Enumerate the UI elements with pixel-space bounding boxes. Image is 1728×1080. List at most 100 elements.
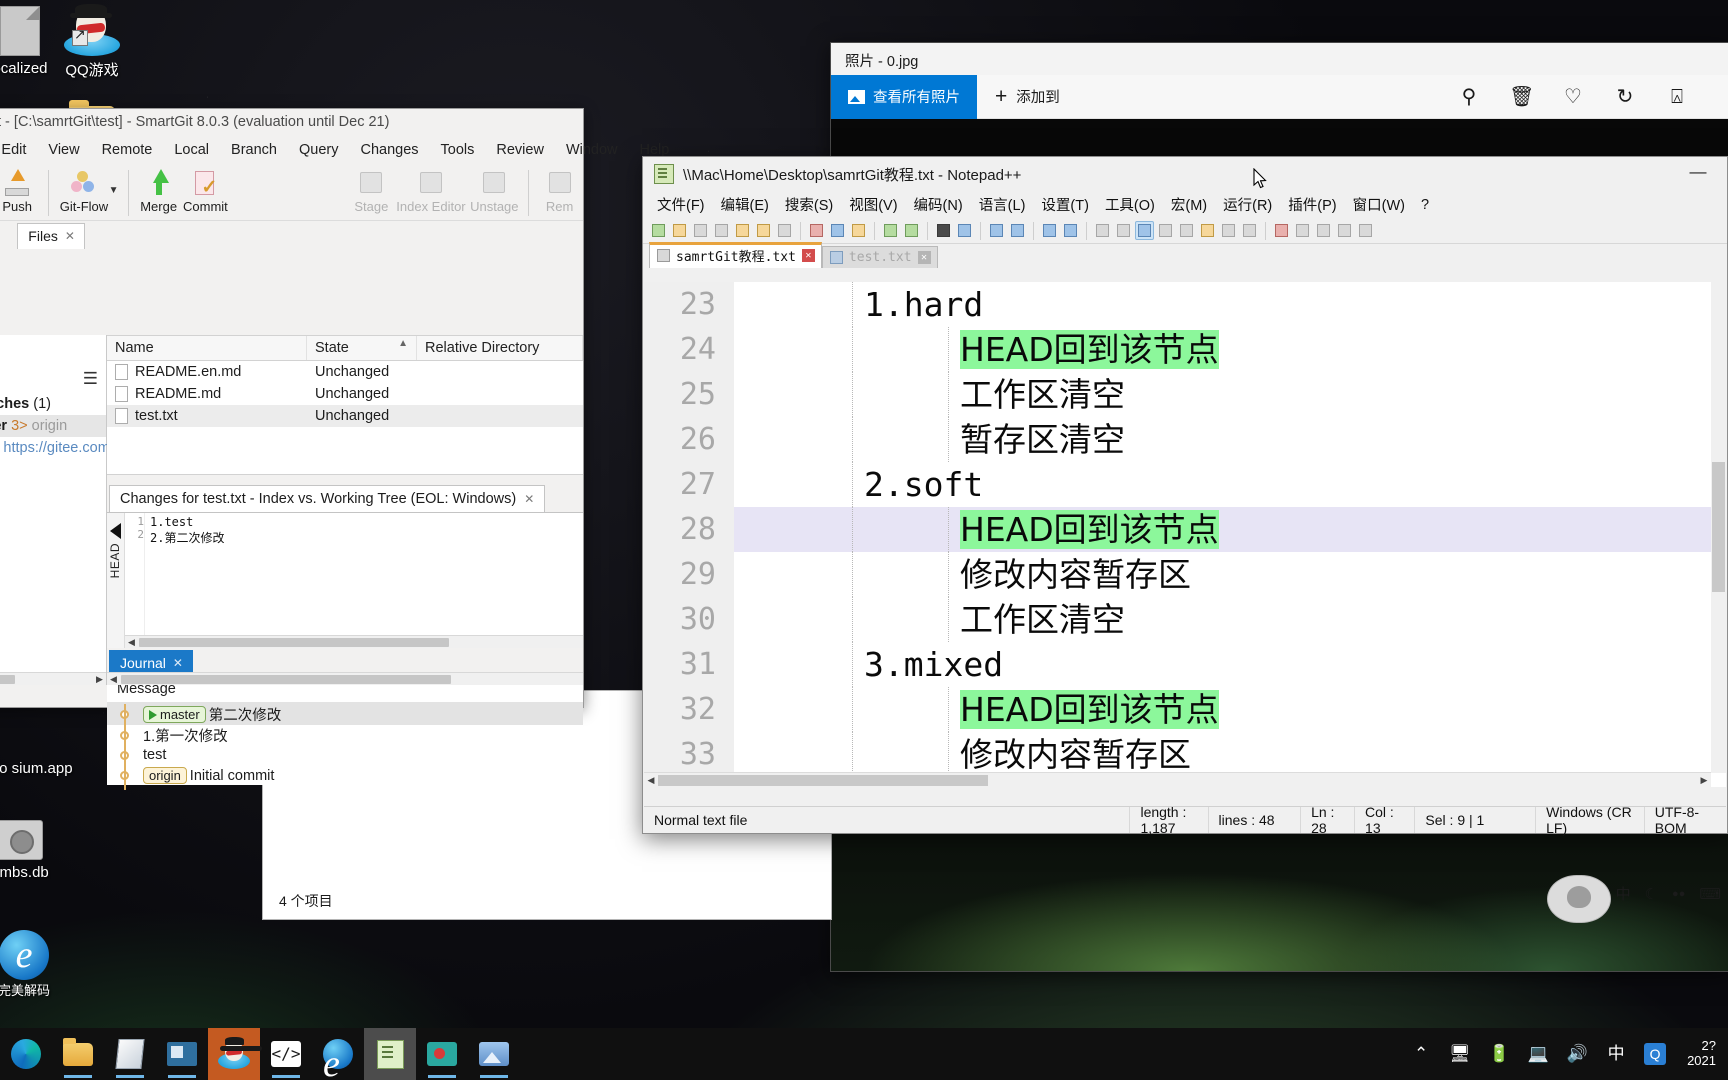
editor-line[interactable]: 24 HEAD回到该节点 <box>644 327 1726 372</box>
fold-margin[interactable] <box>734 597 756 642</box>
save-all-icon[interactable] <box>712 221 731 240</box>
taskbar-ie-button[interactable] <box>312 1028 364 1080</box>
taskbar-photos-button[interactable] <box>468 1028 520 1080</box>
editor-line[interactable]: 33 修改内容暂存区 <box>644 732 1726 777</box>
chevron-down-icon[interactable]: ▼ <box>109 185 119 196</box>
menu-changes[interactable]: Changes <box>349 139 429 161</box>
replace-icon[interactable] <box>955 221 974 240</box>
menu-window[interactable]: 窗口(W) <box>1345 192 1413 217</box>
ime-indicator[interactable]: 中 ☾ ●● ⌨ <box>1616 883 1721 904</box>
taskbar-powerpoint-button[interactable] <box>156 1028 208 1080</box>
battery-icon[interactable]: 🔋 <box>1488 1043 1510 1065</box>
folder-workspace-icon[interactable] <box>1219 221 1238 240</box>
menu-query[interactable]: Query <box>288 139 350 161</box>
taskbar-file-explorer-button[interactable] <box>52 1028 104 1080</box>
diff-hscrollbar[interactable]: ◀ <box>125 635 583 648</box>
menu-view[interactable]: 视图(V) <box>841 192 905 217</box>
index-editor-button[interactable]: Index Editor <box>395 167 467 214</box>
menu-review[interactable]: Review <box>485 139 555 161</box>
record-macro-icon[interactable] <box>1272 221 1291 240</box>
editor-line[interactable]: 31 3.mixed <box>644 642 1726 687</box>
journal-hscrollbar[interactable]: ◀ <box>107 672 583 685</box>
tab-test-txt[interactable]: test.txt ✕ <box>821 246 938 268</box>
col-header-state[interactable]: State ▲ <box>307 336 417 360</box>
chevron-up-icon[interactable]: ⌃ <box>1410 1043 1432 1065</box>
menu-tools[interactable]: 工具(O) <box>1097 192 1163 217</box>
indent-guide-icon[interactable] <box>1135 221 1154 240</box>
menu-encoding[interactable]: 编码(N) <box>906 192 971 217</box>
sidebar-hscrollbar[interactable]: ◀ ▶ <box>0 672 106 685</box>
scrollbar-thumb[interactable] <box>139 638 449 647</box>
list-item[interactable]: 1.第一次修改 <box>107 725 583 745</box>
desktop-icon-discosium[interactable]: Disco sium.app <box>0 760 74 777</box>
commit-button[interactable]: Commit <box>182 167 229 214</box>
editor-vscrollbar[interactable] <box>1711 282 1726 773</box>
fold-margin[interactable] <box>734 552 756 597</box>
run-macro-multiple-icon[interactable] <box>1335 221 1354 240</box>
save-icon[interactable] <box>691 221 710 240</box>
branch-master[interactable]: ▶ master 3> origin <box>0 415 106 437</box>
print-icon[interactable] <box>775 221 794 240</box>
stop-macro-icon[interactable] <box>1293 221 1312 240</box>
push-button[interactable]: Push <box>0 167 41 214</box>
volume-icon[interactable]: 🔊 <box>1566 1043 1588 1065</box>
menu-run[interactable]: 运行(R) <box>1215 192 1280 217</box>
scrollbar-thumb[interactable] <box>1712 462 1725 592</box>
fold-margin[interactable] <box>734 507 756 552</box>
editor-line[interactable]: 23 1.hard <box>644 282 1726 327</box>
menu-edit[interactable]: Edit <box>0 139 37 161</box>
col-header-relative-directory[interactable]: Relative Directory <box>417 336 583 360</box>
dot-icon[interactable]: ●● <box>1672 888 1685 900</box>
paste-icon[interactable] <box>849 221 868 240</box>
editor-line[interactable]: 25 工作区清空 <box>644 372 1726 417</box>
word-wrap-icon[interactable] <box>1093 221 1112 240</box>
new-file-icon[interactable] <box>649 221 668 240</box>
stage-button[interactable]: Stage <box>348 167 395 214</box>
menu-view[interactable]: View <box>37 139 90 161</box>
col-header-name[interactable]: Name <box>107 336 307 360</box>
editor-line[interactable]: 30 工作区清空 <box>644 597 1726 642</box>
ime-mode-indicator[interactable]: 中 <box>1605 1043 1627 1065</box>
scroll-left-icon[interactable]: ◀ <box>644 773 658 788</box>
list-item[interactable]: test <box>107 745 583 765</box>
qq-icon[interactable]: Q <box>1644 1043 1667 1065</box>
menu-edit[interactable]: 编辑(E) <box>713 192 777 217</box>
moon-icon[interactable]: ☾ <box>1645 885 1658 903</box>
view-all-photos-button[interactable]: 查看所有照片 <box>831 74 977 119</box>
zoom-icon[interactable]: ⚲ <box>1457 85 1481 109</box>
remote-badge[interactable]: origin <box>143 766 187 784</box>
function-list-icon[interactable] <box>1198 221 1217 240</box>
fold-margin[interactable] <box>734 372 756 417</box>
fold-margin[interactable] <box>734 687 756 732</box>
editor-line[interactable]: 32 HEAD回到该节点 <box>644 687 1726 732</box>
minimize-button[interactable]: — <box>1675 163 1721 189</box>
close-icon[interactable]: ✕ <box>524 492 534 506</box>
scrollbar-thumb[interactable] <box>658 775 988 786</box>
menu-plugins[interactable]: 插件(P) <box>1280 192 1344 217</box>
open-file-icon[interactable] <box>670 221 689 240</box>
favorite-icon[interactable]: ♡ <box>1561 85 1585 109</box>
table-row[interactable]: README.md Unchanged <box>107 383 583 405</box>
fold-margin[interactable] <box>734 642 756 687</box>
user-lang-icon[interactable] <box>1156 221 1175 240</box>
close-icon[interactable]: ✕ <box>173 656 183 670</box>
find-icon[interactable] <box>934 221 953 240</box>
menu-branch[interactable]: Branch <box>220 139 288 161</box>
doc-map-icon[interactable] <box>1177 221 1196 240</box>
notepad-editor[interactable]: 23 1.hard 24 HEAD回到该节点 25 工作区清空 26 暂存区清空 27 2.sof… <box>644 282 1726 787</box>
menu-help[interactable]: ? <box>1413 195 1437 215</box>
show-all-chars-icon[interactable] <box>1114 221 1133 240</box>
scroll-right-icon[interactable]: ▶ <box>1697 773 1711 788</box>
editor-line[interactable]: 28 HEAD回到该节点 <box>644 507 1726 552</box>
list-item[interactable]: master 第二次修改 <box>107 703 583 725</box>
scrollbar-thumb[interactable] <box>121 675 451 684</box>
keyboard-icon[interactable]: ⌨ <box>1699 885 1721 903</box>
desktop-icon-qq-games[interactable]: QQ游戏 <box>40 4 144 79</box>
merge-button[interactable]: Merge <box>135 167 182 214</box>
close-icon[interactable]: ✕ <box>801 249 815 262</box>
monitor-icon[interactable] <box>1240 221 1259 240</box>
save-macro-icon[interactable] <box>1356 221 1375 240</box>
editor-line[interactable]: 26 暂存区清空 <box>644 417 1726 462</box>
fold-margin[interactable] <box>734 282 756 327</box>
git-flow-button[interactable]: Git-Flow <box>55 167 112 214</box>
